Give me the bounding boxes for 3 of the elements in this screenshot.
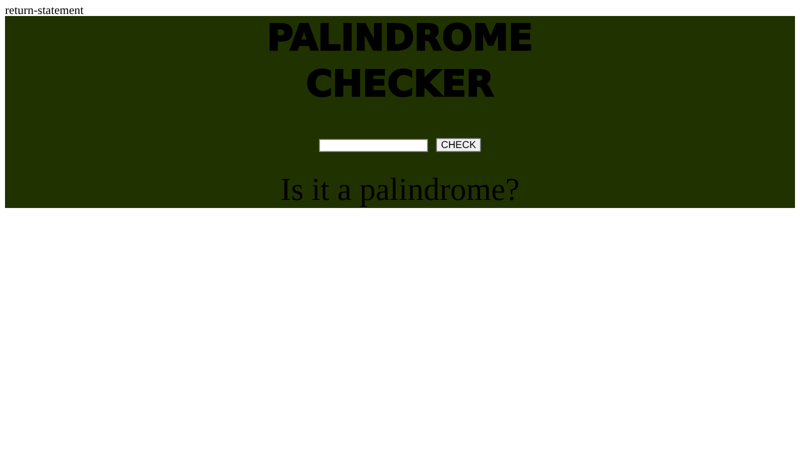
check-button[interactable]: CHECK: [436, 138, 481, 152]
page-label: return-statement: [5, 5, 85, 16]
text-input-field[interactable]: [318, 138, 428, 152]
